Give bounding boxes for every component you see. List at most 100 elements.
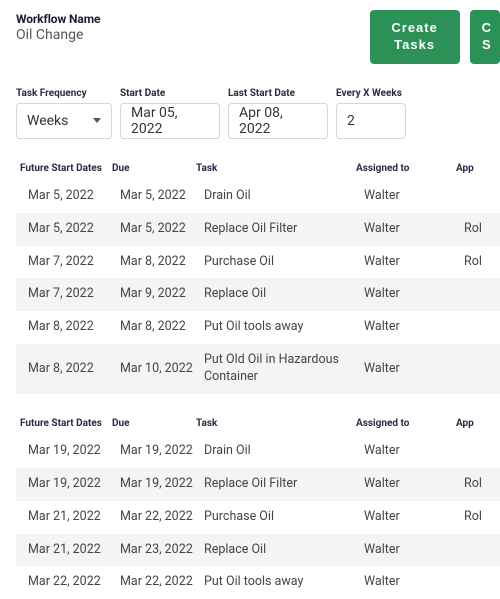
cell-assigned: Walter (364, 476, 464, 493)
cell-assigned: Walter (364, 221, 464, 238)
workflow-name-value: Oil Change (16, 27, 370, 43)
last-start-date-label: Last Start Date (228, 88, 328, 99)
table-row[interactable]: Mar 8, 2022Mar 8, 2022Put Oil tools away… (16, 311, 500, 344)
every-x-label: Every X Weeks (336, 88, 406, 99)
column-header-future_start: Future Start Dates (20, 418, 112, 429)
cell-task: Purchase Oil (204, 254, 364, 271)
table-row[interactable]: Mar 22, 2022Mar 22, 2022Put Oil tools aw… (16, 566, 500, 599)
every-x-value: 2 (347, 113, 355, 129)
cell-approver: Rol (464, 254, 500, 271)
every-x-control: Every X Weeks 2 (336, 88, 406, 139)
cell-due: Mar 8, 2022 (120, 254, 204, 271)
cell-due: Mar 5, 2022 (120, 221, 204, 238)
column-header-assigned: Assigned to (356, 163, 456, 174)
table-row[interactable]: Mar 21, 2022Mar 23, 2022Replace OilWalte… (16, 534, 500, 567)
cell-task: Replace Oil (204, 542, 364, 559)
cell-due: Mar 9, 2022 (120, 286, 204, 303)
cell-due: Mar 8, 2022 (120, 319, 204, 336)
cell-due: Mar 5, 2022 (120, 188, 204, 205)
column-header-approver: App (456, 163, 500, 174)
column-header-due: Due (112, 418, 196, 429)
task-group: Future Start DatesDueTaskAssigned toAppM… (16, 412, 500, 599)
table-header: Future Start DatesDueTaskAssigned toApp (16, 412, 500, 435)
cell-start: Mar 21, 2022 (28, 509, 120, 526)
workflow-name-block: Workflow Name Oil Change (16, 12, 370, 43)
last-start-date-control: Last Start Date Apr 08, 2022 (228, 88, 328, 139)
cell-approver: Rol (464, 476, 500, 493)
chevron-down-icon (93, 118, 101, 123)
cell-approver: Rol (464, 509, 500, 526)
task-group: Future Start DatesDueTaskAssigned toAppM… (16, 157, 500, 394)
cell-task: Replace Oil Filter (204, 476, 364, 493)
header-row: Workflow Name Oil Change Create Tasks C … (16, 12, 500, 64)
column-header-future_start: Future Start Dates (20, 163, 112, 174)
cell-task: Purchase Oil (204, 509, 364, 526)
start-date-value: Mar 05, 2022 (131, 105, 209, 137)
cell-assigned: Walter (364, 574, 464, 591)
task-frequency-label: Task Frequency (16, 88, 112, 99)
task-frequency-select[interactable]: Weeks (16, 103, 112, 139)
start-date-label: Start Date (120, 88, 220, 99)
cell-assigned: Walter (364, 188, 464, 205)
cell-due: Mar 22, 2022 (120, 574, 204, 591)
cell-start: Mar 5, 2022 (28, 221, 120, 238)
cell-assigned: Walter (364, 509, 464, 526)
cell-start: Mar 5, 2022 (28, 188, 120, 205)
table-row[interactable]: Mar 21, 2022Mar 22, 2022Purchase OilWalt… (16, 501, 500, 534)
column-header-due: Due (112, 163, 196, 174)
cell-assigned: Walter (364, 542, 464, 559)
every-x-input[interactable]: 2 (336, 103, 406, 139)
cell-task: Drain Oil (204, 188, 364, 205)
cell-approver: Rol (464, 221, 500, 238)
cell-task: Drain Oil (204, 443, 364, 460)
cell-task: Put Oil tools away (204, 319, 364, 336)
workflow-name-label: Workflow Name (16, 12, 370, 26)
cell-assigned: Walter (364, 254, 464, 271)
controls-row: Task Frequency Weeks Start Date Mar 05, … (16, 88, 500, 139)
cell-assigned: Walter (364, 443, 464, 460)
table-row[interactable]: Mar 8, 2022Mar 10, 2022Put Old Oil in Ha… (16, 344, 500, 394)
table-body: Mar 19, 2022Mar 19, 2022Drain OilWalterM… (16, 435, 500, 599)
cell-task: Put Oil tools away (204, 574, 364, 591)
cell-assigned: Walter (364, 319, 464, 336)
column-header-assigned: Assigned to (356, 418, 456, 429)
column-header-approver: App (456, 418, 500, 429)
secondary-button[interactable]: C S (470, 10, 500, 64)
cell-assigned: Walter (364, 286, 464, 303)
column-header-task: Task (196, 418, 356, 429)
cell-start: Mar 21, 2022 (28, 542, 120, 559)
cell-start: Mar 19, 2022 (28, 443, 120, 460)
cell-start: Mar 8, 2022 (28, 361, 120, 378)
cell-assigned: Walter (364, 361, 464, 378)
cell-task: Replace Oil Filter (204, 221, 364, 238)
cell-due: Mar 23, 2022 (120, 542, 204, 559)
table-row[interactable]: Mar 19, 2022Mar 19, 2022Drain OilWalter (16, 435, 500, 468)
task-frequency-control: Task Frequency Weeks (16, 88, 112, 139)
table-row[interactable]: Mar 19, 2022Mar 19, 2022Replace Oil Filt… (16, 468, 500, 501)
cell-start: Mar 7, 2022 (28, 286, 120, 303)
cell-task: Replace Oil (204, 286, 364, 303)
column-header-task: Task (196, 163, 356, 174)
cell-due: Mar 22, 2022 (120, 509, 204, 526)
table-row[interactable]: Mar 7, 2022Mar 9, 2022Replace OilWalter (16, 278, 500, 311)
cell-start: Mar 7, 2022 (28, 254, 120, 271)
cell-start: Mar 19, 2022 (28, 476, 120, 493)
cell-start: Mar 8, 2022 (28, 319, 120, 336)
cell-task: Put Old Oil in Hazardous Container (204, 352, 364, 386)
table-body: Mar 5, 2022Mar 5, 2022Drain OilWalterMar… (16, 180, 500, 394)
table-row[interactable]: Mar 5, 2022Mar 5, 2022Replace Oil Filter… (16, 213, 500, 246)
cell-due: Mar 19, 2022 (120, 443, 204, 460)
start-date-input[interactable]: Mar 05, 2022 (120, 103, 220, 139)
cell-start: Mar 22, 2022 (28, 574, 120, 591)
table-header: Future Start DatesDueTaskAssigned toApp (16, 157, 500, 180)
header-buttons: Create Tasks C S (370, 10, 500, 64)
cell-due: Mar 19, 2022 (120, 476, 204, 493)
task-frequency-value: Weeks (27, 113, 68, 129)
cell-due: Mar 10, 2022 (120, 361, 204, 378)
create-tasks-button[interactable]: Create Tasks (370, 10, 460, 64)
start-date-control: Start Date Mar 05, 2022 (120, 88, 220, 139)
last-start-date-input[interactable]: Apr 08, 2022 (228, 103, 328, 139)
table-row[interactable]: Mar 7, 2022Mar 8, 2022Purchase OilWalter… (16, 246, 500, 279)
table-row[interactable]: Mar 5, 2022Mar 5, 2022Drain OilWalter (16, 180, 500, 213)
last-start-date-value: Apr 08, 2022 (239, 105, 317, 137)
